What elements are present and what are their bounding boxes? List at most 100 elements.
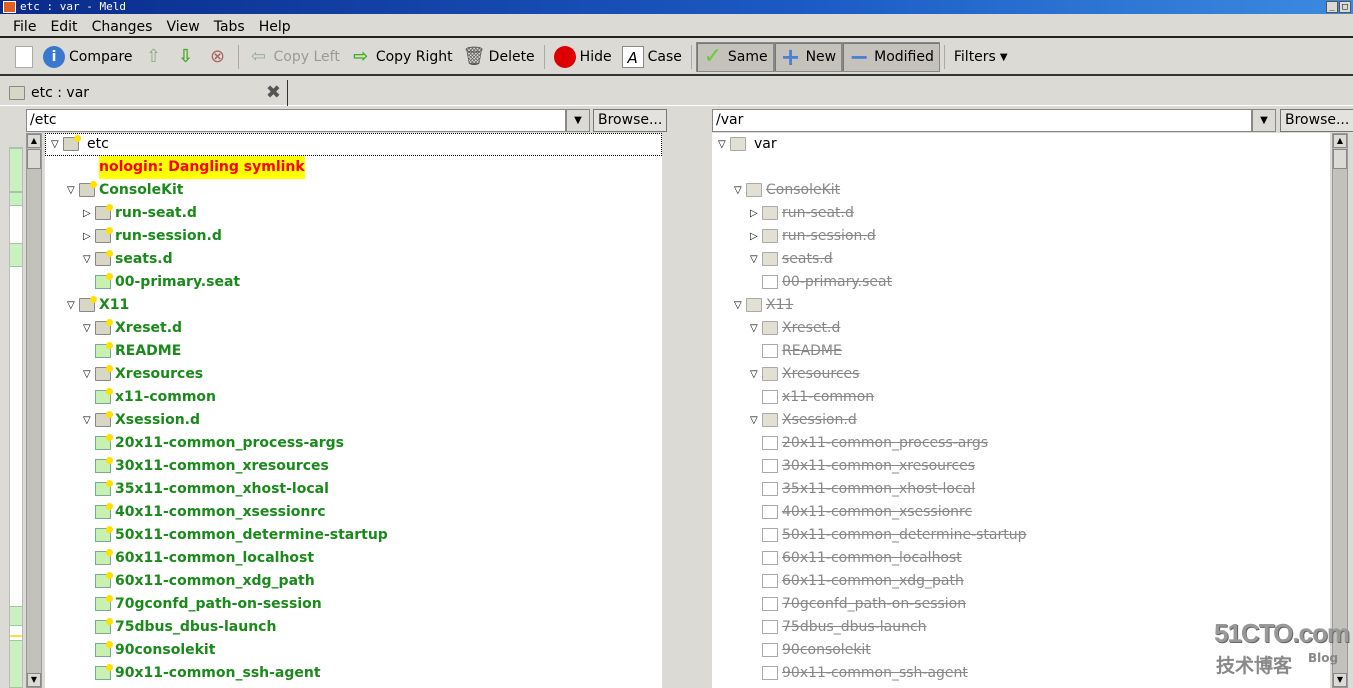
new-button[interactable] <box>10 42 38 72</box>
left-scrollbar[interactable]: ▲ ▼ <box>26 133 42 688</box>
tree-row[interactable]: ▷ run-seat.d <box>45 202 662 225</box>
delete-button[interactable]: 🗑 Delete <box>458 42 540 72</box>
tree-row[interactable]: ▽ seats.d <box>712 248 1330 271</box>
menu-file[interactable]: File <box>6 16 43 36</box>
expander-open-icon[interactable]: ▽ <box>67 294 79 317</box>
tree-row[interactable]: nologin: Dangling symlink <box>45 156 662 179</box>
new-toggle[interactable]: + New <box>773 42 843 72</box>
filters-menu-button[interactable]: Filters ▼ <box>949 42 1013 72</box>
close-tab-icon[interactable]: ✖ <box>266 82 281 103</box>
tree-row[interactable]: 90x11-common_ssh-agent <box>45 662 662 685</box>
tree-row[interactable]: 20x11-common_process-args <box>712 432 1330 455</box>
expander-open-icon[interactable]: ▽ <box>51 133 63 156</box>
expander-open-icon[interactable]: ▽ <box>734 294 746 317</box>
tree-row[interactable]: 50x11-common_determine-startup <box>45 524 662 547</box>
tree-row[interactable]: 40x11-common_xsessionrc <box>712 501 1330 524</box>
tree-row[interactable]: 90consolekit <box>45 639 662 662</box>
expander-closed-icon[interactable]: ▷ <box>750 225 762 248</box>
copy-right-button[interactable]: ⇨ Copy Right <box>345 42 458 72</box>
expander-open-icon[interactable]: ▽ <box>83 363 95 386</box>
minimize-button[interactable]: _ <box>1326 1 1338 13</box>
tree-row[interactable]: 60x11-common_xdg_path <box>45 570 662 593</box>
tree-row[interactable]: README <box>712 340 1330 363</box>
tree-row[interactable]: 70gconfd_path-on-session <box>45 593 662 616</box>
tree-row[interactable]: 60x11-common_localhost <box>45 547 662 570</box>
right-path-dropdown[interactable]: ▼ <box>1252 109 1276 132</box>
menu-tabs[interactable]: Tabs <box>207 16 252 36</box>
tree-row[interactable]: ▷ run-session.d <box>45 225 662 248</box>
tree-row[interactable]: ▽ etc <box>45 133 662 156</box>
compare-button[interactable]: i Compare <box>38 42 138 72</box>
tree-row[interactable]: x11-common <box>45 386 662 409</box>
file-icon <box>762 620 778 634</box>
tree-row[interactable]: ▽ ConsoleKit <box>712 179 1330 202</box>
tree-row[interactable]: 50x11-common_determine-startup <box>712 524 1330 547</box>
expander-open-icon[interactable]: ▽ <box>67 179 79 202</box>
tree-row[interactable]: ▽ Xsession.d <box>45 409 662 432</box>
expander-open-icon[interactable]: ▽ <box>734 179 746 202</box>
left-path-input[interactable]: /etc <box>26 109 566 132</box>
diff-overview-map[interactable] <box>9 147 23 688</box>
tree-row[interactable]: 60x11-common_xdg_path <box>712 570 1330 593</box>
tree-item-label: 50x11-common_determine-startup <box>115 527 388 543</box>
tree-row[interactable]: 35x11-common_xhost-local <box>45 478 662 501</box>
menu-changes[interactable]: Changes <box>85 16 160 36</box>
expander-open-icon[interactable]: ▽ <box>718 133 730 156</box>
tree-row[interactable]: 70gconfd_path-on-session <box>712 593 1330 616</box>
tab-etc-var[interactable]: etc : var ✖ <box>4 80 288 106</box>
tree-row[interactable]: 30x11-common_xresources <box>45 455 662 478</box>
tree-row[interactable]: ▽ Xsession.d <box>712 409 1330 432</box>
tree-row[interactable]: README <box>45 340 662 363</box>
tree-row[interactable]: 60x11-common_localhost <box>712 547 1330 570</box>
right-path-input[interactable]: /var <box>712 109 1252 132</box>
hide-button[interactable]: Hide <box>549 42 617 72</box>
maximize-button[interactable]: □ <box>1339 1 1351 13</box>
expander-closed-icon[interactable]: ▷ <box>750 202 762 225</box>
expander-closed-icon[interactable]: ▷ <box>83 225 95 248</box>
stop-button[interactable]: ⊗ <box>202 42 234 72</box>
left-path-dropdown[interactable]: ▼ <box>566 109 590 132</box>
expander-open-icon[interactable]: ▽ <box>83 317 95 340</box>
expander-open-icon[interactable]: ▽ <box>750 409 762 432</box>
tree-row[interactable]: ▽ var <box>712 133 1330 156</box>
menu-edit[interactable]: Edit <box>43 16 84 36</box>
tree-row[interactable]: 30x11-common_xresources <box>712 455 1330 478</box>
tree-row[interactable]: 00-primary.seat <box>712 271 1330 294</box>
expander-closed-icon[interactable]: ▷ <box>83 202 95 225</box>
left-browse-button[interactable]: Browse... <box>593 109 668 132</box>
expander-open-icon[interactable]: ▽ <box>750 248 762 271</box>
modified-toggle[interactable]: − Modified <box>842 42 940 72</box>
tree-row[interactable]: ▷ run-session.d <box>712 225 1330 248</box>
expander-open-icon[interactable]: ▽ <box>750 317 762 340</box>
tree-row[interactable] <box>712 156 1330 179</box>
case-button[interactable]: A Case <box>617 42 687 72</box>
menu-help[interactable]: Help <box>252 16 298 36</box>
next-change-button[interactable]: ⇩ <box>170 42 202 72</box>
right-browse-button[interactable]: Browse... <box>1280 109 1353 132</box>
tree-row[interactable]: ▽ X11 <box>712 294 1330 317</box>
expander-open-icon[interactable]: ▽ <box>83 248 95 271</box>
tree-row[interactable]: 20x11-common_process-args <box>45 432 662 455</box>
tree-row[interactable]: ▽ seats.d <box>45 248 662 271</box>
tree-row[interactable]: ▽ Xresources <box>45 363 662 386</box>
previous-change-button[interactable]: ⇧ <box>138 42 170 72</box>
tree-row[interactable]: ▽ X11 <box>45 294 662 317</box>
menu-view[interactable]: View <box>159 16 206 36</box>
expander-open-icon[interactable]: ▽ <box>83 409 95 432</box>
tree-row[interactable]: 40x11-common_xsessionrc <box>45 501 662 524</box>
tree-row[interactable]: 35x11-common_xhost-local <box>712 478 1330 501</box>
tree-row[interactable]: ▽ Xreset.d <box>712 317 1330 340</box>
tree-row[interactable]: ▷ run-seat.d <box>712 202 1330 225</box>
same-toggle[interactable]: ✓ Same <box>695 42 774 72</box>
folder-icon <box>746 183 762 197</box>
tree-row[interactable]: 00-primary.seat <box>45 271 662 294</box>
expander-open-icon[interactable]: ▽ <box>750 363 762 386</box>
copy-left-button[interactable]: ⇦ Copy Left <box>243 42 345 72</box>
tree-row[interactable]: 75dbus_dbus-launch <box>45 616 662 639</box>
tree-row[interactable]: ▽ Xreset.d <box>45 317 662 340</box>
tree-row[interactable]: ▽ Xresources <box>712 363 1330 386</box>
tree-row[interactable]: ▽ ConsoleKit <box>45 179 662 202</box>
right-scrollbar[interactable]: ▲ ▼ <box>1332 133 1348 688</box>
tree-row[interactable]: x11-common <box>712 386 1330 409</box>
file-icon <box>762 574 778 588</box>
